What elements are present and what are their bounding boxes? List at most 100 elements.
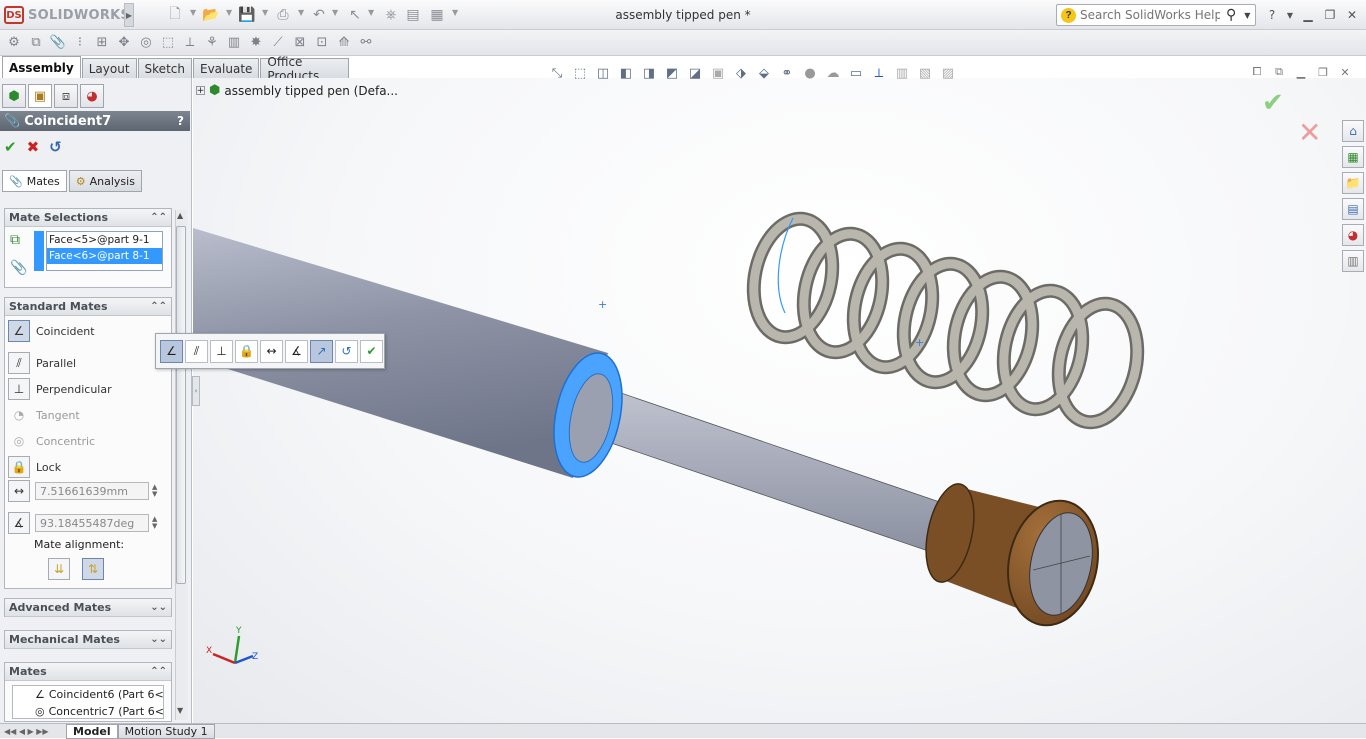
print-dropdown-icon[interactable]: ▼ [298,8,304,17]
anti-aligned-icon[interactable]: ⇅ [82,558,104,580]
help-dropdown-icon[interactable]: ▼ [1280,6,1300,24]
new-motion-study-icon[interactable]: ⚘ [204,35,220,51]
viewport-minimize-icon[interactable]: ▁ [1292,64,1310,80]
property-manager-icon[interactable]: ▣ [28,84,52,108]
list-item[interactable]: Face<5>@part 9-1 [47,232,162,248]
aligned-icon[interactable]: ⇊ [48,558,70,580]
minimize-icon[interactable]: ▁ [1298,6,1318,24]
lock-icon[interactable]: 🔒 [235,339,258,363]
tangent-icon[interactable]: ◔ [8,404,30,426]
group-header[interactable]: Mates ⌃⌃ [5,663,171,681]
help-icon[interactable]: ? [1262,6,1282,24]
open-icon[interactable]: 📂 [202,6,220,24]
new-dropdown-icon[interactable]: ▼ [190,8,196,17]
new-icon[interactable]: 🗋 [166,6,184,24]
display-manager-icon[interactable]: ◕ [80,84,104,108]
assembly-features-icon[interactable]: ⬚ [160,35,176,51]
list-item[interactable]: ◎ Concentric7 (Part 6<1 [13,703,163,720]
tab-evaluate[interactable]: Evaluate [192,58,260,78]
viewport-split-icon[interactable]: ⧠ [1248,64,1266,80]
pm-help-button[interactable]: ? [177,114,184,128]
expand-icon[interactable]: + [196,86,205,96]
view-palette-icon[interactable]: ▤ [1342,198,1364,220]
group-header[interactable]: Standard Mates ⌃⌃ [5,298,171,316]
orientation-icon[interactable]: ⟂ [870,64,888,82]
help-search-box[interactable]: ? ⚲ ▼ [1056,4,1256,26]
distance-icon[interactable]: ↔ [260,339,283,363]
coincident-icon[interactable]: ∠ [8,320,30,342]
tab-sketch[interactable]: Sketch [137,58,192,78]
group-header[interactable]: Mate Selections ⌃⌃ [5,209,171,227]
tab-office-products[interactable]: Office Products [260,55,349,83]
scrollbar-thumb[interactable] [176,226,186,584]
mate-option-perpendicular[interactable]: ⊥ Perpendicular [8,377,112,401]
angle-icon[interactable]: ∡ [8,512,30,534]
previous-view-icon[interactable]: ◫ [594,64,612,82]
expand-chevron-icon[interactable]: ⌄⌄ [150,602,167,613]
reference-geometry-icon[interactable]: ⟂ [182,35,198,51]
viewport-restore-icon[interactable]: ❐ [1314,64,1332,80]
bill-of-materials-icon[interactable]: ▥ [226,35,242,51]
save-icon[interactable]: 💾 [238,6,256,24]
instant3d-icon[interactable]: ⟰ [336,35,352,51]
parallel-icon[interactable]: ⫽ [8,352,30,374]
options-dropdown-icon[interactable]: ▼ [452,8,458,17]
explode-line-sketch-icon[interactable]: ⟋ [270,35,286,51]
file-properties-icon[interactable]: ▤ [404,6,422,24]
camera-icon[interactable]: ▨ [939,64,957,82]
large-assembly-icon[interactable]: ⚯ [358,35,374,51]
refill-rod-part[interactable] [572,379,964,557]
mate-option-tangent[interactable]: ◔ Tangent [8,403,80,427]
zoom-to-fit-icon[interactable]: ⤡ [548,64,566,82]
view-cube-icon[interactable]: ▧ [916,64,934,82]
ambient-occlusion-icon[interactable]: ☁ [824,64,842,82]
mate-option-parallel[interactable]: ⫽ Parallel [8,351,76,375]
save-dropdown-icon[interactable]: ▼ [262,8,268,17]
subtab-analysis[interactable]: ⚙ Analysis [68,170,142,192]
viewport-link-icon[interactable]: ⧉ [1270,64,1288,80]
scroll-down-icon[interactable]: ▼ [177,706,183,715]
undo-mate-icon[interactable]: ↺ [49,138,62,156]
move-component-icon[interactable]: ✥ [116,35,132,51]
viewport-close-icon[interactable]: ✕ [1336,64,1354,80]
distance-input[interactable]: 7.51661639mm [35,482,149,500]
subtab-mates[interactable]: 📎 Mates [2,170,67,192]
collapse-chevron-icon[interactable]: ⌃⌃ [150,666,167,677]
library-icon[interactable]: ▦ [1342,146,1364,168]
graphics-viewport[interactable]: + + [193,78,1366,723]
undo-dropdown-icon[interactable]: ▼ [332,8,338,17]
view-settings-icon[interactable]: ⬙ [755,64,773,82]
configuration-manager-icon[interactable]: ⧈ [54,84,78,108]
distance-spinner-icon[interactable]: ▲ ▼ [152,484,157,498]
concentric-icon[interactable]: ◎ [8,430,30,452]
flip-alignment-icon[interactable]: ↗ [310,339,333,363]
display-style-icon[interactable]: ◩ [663,64,681,82]
shadows-icon[interactable]: ⚭ [778,64,796,82]
collapse-chevron-icon[interactable]: ⌃⌃ [150,212,167,223]
confirm-corner-cancel-icon[interactable]: ✕ [1298,116,1321,149]
select-dropdown-icon[interactable]: ▼ [368,8,374,17]
tab-layout[interactable]: Layout [81,58,137,78]
mate-icon[interactable]: 📎 [50,35,66,51]
linear-pattern-icon[interactable]: ⁝ [72,35,88,51]
restore-icon[interactable]: ❐ [1320,6,1340,24]
print-icon[interactable]: ⎙ [274,6,292,24]
group-header[interactable]: Advanced Mates ⌄⌄ [5,599,171,617]
angle-spinner-icon[interactable]: ▲ ▼ [152,516,157,530]
lock-icon[interactable]: 🔒 [8,456,30,478]
distance-icon[interactable]: ↔ [8,480,30,502]
angle-input[interactable]: 93.18455487deg [35,514,149,532]
edit-appearance-icon[interactable]: ▣ [709,64,727,82]
perpendicular-icon[interactable]: ⊥ [8,378,30,400]
tab-motion-study-1[interactable]: Motion Study 1 [117,723,215,739]
expand-chevron-icon[interactable]: ⌄⌄ [150,634,167,645]
search-dropdown-icon[interactable]: ▼ [1244,11,1250,20]
confirm-corner-ok-icon[interactable]: ✔ [1262,88,1284,118]
view-orientation-icon[interactable]: ◨ [640,64,658,82]
coincident-icon[interactable]: ∠ [160,339,183,363]
hide-show-icon[interactable]: ◪ [686,64,704,82]
mates-list[interactable]: ∠ Coincident6 (Part 6<1 ◎ Concentric7 (Par… [12,685,164,719]
select-icon[interactable]: ↖ [346,6,364,24]
feature-tree-root[interactable]: + ⬢ assembly tipped pen (Defa... [196,83,398,98]
feature-manager-icon[interactable]: ⬢ [2,84,26,108]
